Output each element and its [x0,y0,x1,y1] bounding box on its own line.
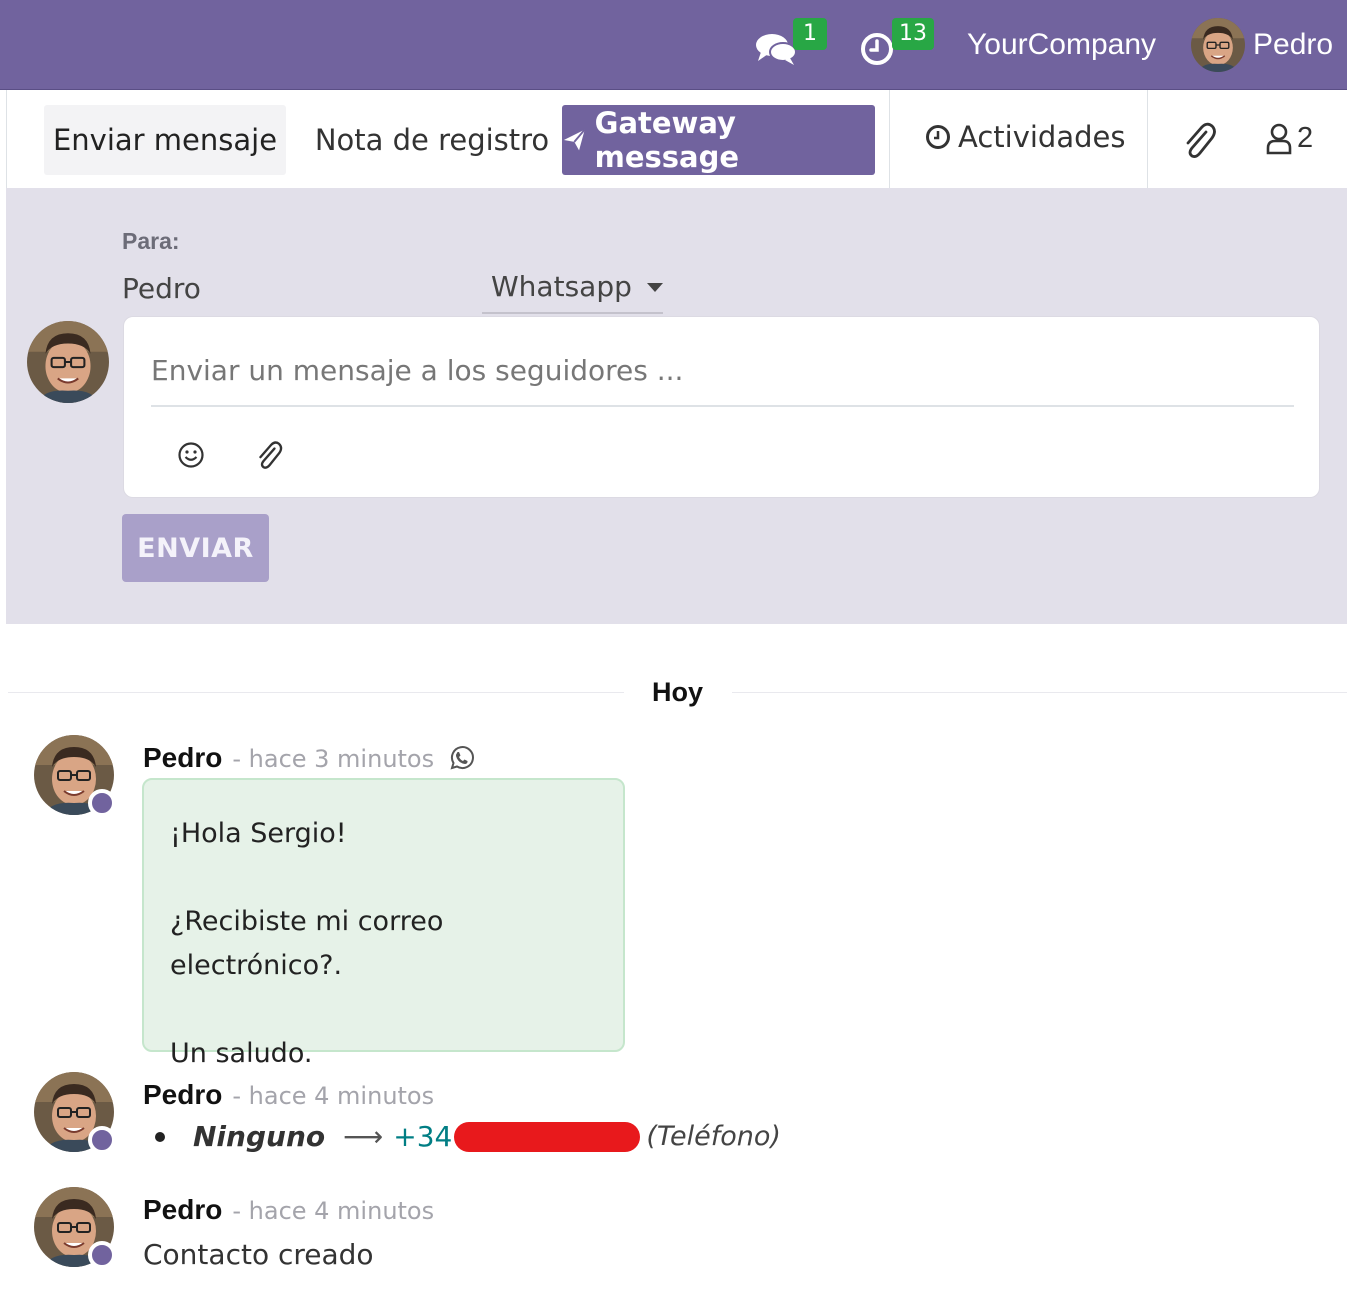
recipient-name: Pedro [122,272,201,305]
top-navbar: 1 13 YourCompany Pedro [0,0,1347,90]
message-header: Pedro - hace 4 minutos [143,1194,434,1226]
divider [1147,90,1148,188]
message-avatar[interactable] [34,1072,116,1154]
message-avatar[interactable] [34,735,116,817]
activities-label: Actividades [958,120,1126,154]
user-icon [1266,123,1292,154]
message-line: ¿Recibiste mi correo electrónico?. [170,906,444,981]
divider [889,90,890,188]
message-line: Un saludo. [170,1038,313,1069]
message-bubble: ¡Hola Sergio! ¿Recibiste mi correo elect… [142,778,625,1069]
smiley-icon[interactable] [177,441,205,469]
status-indicator [88,789,116,817]
composer-box [123,316,1320,498]
day-label: Hoy [651,677,703,707]
followers-button[interactable]: 2 [1265,122,1313,155]
gateway-message-label: Gateway message [594,106,740,174]
composer-avatar [27,321,109,403]
send-message-button[interactable]: Enviar mensaje [44,105,286,175]
messaging-menu[interactable]: 1 [755,0,831,90]
paperclip-icon [1186,122,1216,158]
user-menu[interactable]: Pedro [1191,0,1333,90]
activities-menu[interactable]: 13 [860,0,936,90]
caret-down-icon [647,283,663,292]
tracking-value: Ninguno ⟶ +34 (Teléfono) [150,1120,781,1153]
send-button[interactable]: ENVIAR [122,514,269,582]
message-author[interactable]: Pedro [143,1079,222,1111]
clock-icon [861,33,893,65]
activities-button[interactable]: Actividades [925,120,1125,154]
new-value: +34 [393,1120,453,1153]
attachments-button[interactable] [1181,120,1217,163]
message-body: Contacto creado [143,1238,374,1271]
message-date: - hace 3 minutos [232,745,435,773]
tracked-field: (Teléfono) [646,1121,781,1152]
whatsapp-icon [450,746,475,770]
arrow-right-icon: ⟶ [343,1121,384,1152]
followers-count: 2 [1297,122,1314,154]
paperclip-icon[interactable] [255,439,283,469]
message-input[interactable] [151,335,1294,407]
clock-icon [926,125,950,149]
message-author[interactable]: Pedro [143,1194,222,1226]
channel-select[interactable]: Whatsapp [482,264,663,314]
redaction-mark [454,1121,641,1152]
comments-icon [756,34,797,65]
chatter-topbar: Enviar mensaje Nota de registro Gateway … [6,90,1347,188]
message-avatar[interactable] [34,1187,116,1269]
composer: Para: Pedro Whatsapp ENVIAR [6,188,1347,624]
activities-badge: 13 [892,18,934,50]
message-date: - hace 4 minutos [232,1082,435,1110]
company-switcher[interactable]: YourCompany [967,0,1156,90]
message-date: - hace 4 minutos [232,1197,435,1225]
old-value: Ninguno [193,1120,326,1153]
log-note-button[interactable]: Nota de registro [307,105,557,175]
status-indicator [88,1241,116,1269]
paper-plane-icon [563,128,586,151]
status-indicator [88,1126,116,1154]
day-separator: Hoy [8,670,1347,718]
message-line: ¡Hola Sergio! [170,818,347,849]
channel-value: Whatsapp [491,270,632,303]
user-avatar [1191,18,1245,72]
user-name: Pedro [1253,28,1334,61]
message-header: Pedro - hace 4 minutos [143,1079,434,1111]
bullet [155,1131,165,1142]
gateway-message-button[interactable]: Gateway message [562,105,875,175]
messages-badge: 1 [793,18,827,50]
message-author[interactable]: Pedro [143,742,222,774]
to-label: Para: [122,228,180,254]
message-header: Pedro - hace 3 minutos [143,742,475,774]
